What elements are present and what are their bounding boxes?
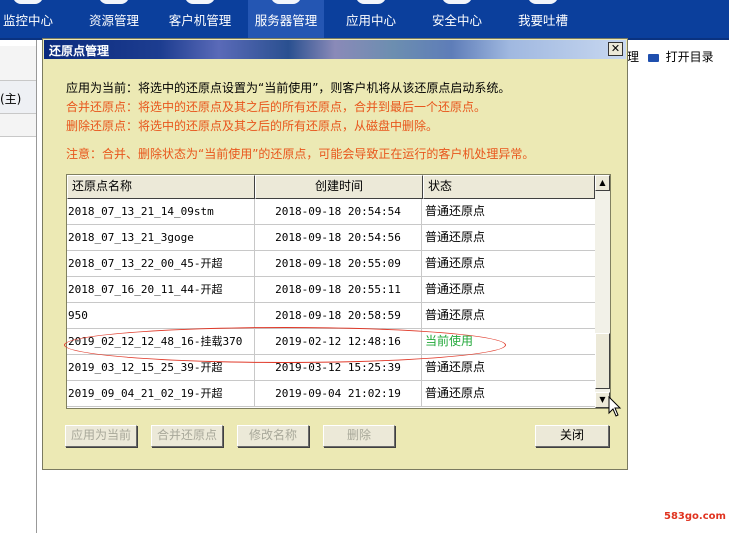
nav-server-management[interactable]: 服务器管理 [248, 0, 324, 38]
row-name: 2018_07_16_20_11_44-开超 [68, 277, 255, 302]
scroll-up-icon[interactable]: ▲ [595, 175, 610, 191]
row-status: 普通还原点 [425, 256, 486, 270]
desc-note: 注意：合并、删除状态为“当前使用”的还原点，可能会导致正在运行的客户机处理异常。 [66, 147, 535, 161]
row-status: 普通还原点 [425, 282, 486, 296]
row-time: 2018-09-18 20:55:09 [255, 251, 422, 276]
dialog-titlebar[interactable]: 还原点管理 ✕ [44, 40, 626, 59]
row-time: 2018-09-18 20:54:56 [255, 225, 422, 250]
nav-app-center[interactable]: 应用中心 [338, 0, 404, 38]
toolbar-fragment: 理 [627, 50, 640, 64]
background-toolbar: 理 打开目录 [627, 48, 729, 70]
feedback-icon [528, 0, 558, 4]
nav-resource-management[interactable]: 资源管理 [80, 0, 148, 38]
table-row[interactable]: 2019_02_12_12_48_16-挂载370 2019-02-12 12:4… [67, 329, 595, 355]
row-name: 2019_02_12_12_48_16-挂载370 [68, 329, 255, 354]
column-header-status[interactable]: 状态 [423, 175, 595, 199]
top-navigation-bar: 监控中心 资源管理 客户机管理 服务器管理 应用中心 安全中心 我要吐槽 [0, 0, 729, 40]
close-button[interactable]: 关闭 [535, 425, 609, 447]
nav-security-center[interactable]: 安全中心 [424, 0, 490, 38]
nav-label: 我要吐槽 [517, 13, 568, 28]
dialog-title: 还原点管理 [49, 44, 110, 58]
close-icon[interactable]: ✕ [608, 42, 623, 56]
row-status: 普通还原点 [425, 204, 486, 218]
client-icon [185, 0, 215, 4]
row-status: 普通还原点 [425, 230, 486, 244]
watermark: 583go.com [664, 511, 726, 522]
desc-merge: 合并还原点：将选中的还原点及其之后的所有还原点，合并到最后一个还原点。 [66, 100, 487, 114]
rename-button[interactable]: 修改名称 [237, 425, 309, 447]
left-sidebar [0, 40, 37, 533]
row-time: 2019-09-04 21:02:19 [255, 381, 422, 406]
table-row[interactable]: 2018_07_16_20_11_44-开超 2018-09-18 20:55:1… [67, 277, 595, 303]
row-name: 2019_03_12_15_25_39-开超 [68, 355, 255, 380]
resource-icon [99, 0, 129, 4]
scroll-thumb[interactable] [595, 333, 610, 389]
folder-icon [647, 53, 659, 62]
table-row[interactable]: 2019_09_04_21_02_19-开超 2019-09-04 21:02:1… [67, 381, 595, 407]
server-icon [271, 0, 301, 4]
row-time: 2018-09-18 20:54:54 [255, 199, 422, 224]
nav-client-management[interactable]: 客户机管理 [162, 0, 238, 38]
monitor-icon [13, 0, 43, 4]
row-name: 2019_09_04_21_02_19-开超 [68, 381, 255, 406]
nav-label: 资源管理 [88, 13, 139, 28]
nav-label: 监控中心 [2, 13, 53, 28]
table-row[interactable]: 2019_03_12_15_25_39-开超 2019-03-12 15:25:3… [67, 355, 595, 381]
table-row[interactable]: 2018_07_13_22_00_45-开超 2018-09-18 20:55:0… [67, 251, 595, 277]
row-status: 普通还原点 [425, 308, 486, 322]
row-time: 2018-09-18 20:55:11 [255, 277, 422, 302]
restore-point-dialog: 还原点管理 ✕ 应用为当前：将选中的还原点设置为“当前使用”，则客户机将从该还原… [42, 38, 628, 470]
sidebar-row[interactable] [0, 114, 36, 137]
nav-feedback[interactable]: 我要吐槽 [510, 0, 576, 38]
sidebar-fragment-label: (主) [0, 92, 22, 106]
desc-apply: 应用为当前：将选中的还原点设置为“当前使用”，则客户机将从该还原点启动系统。 [66, 81, 511, 95]
row-status: 普通还原点 [425, 360, 486, 374]
nav-label: 应用中心 [345, 13, 396, 28]
desc-delete: 删除还原点：将选中的还原点及其之后的所有还原点，从磁盘中删除。 [66, 119, 439, 133]
row-status: 当前使用 [425, 334, 474, 348]
row-name: 2018_07_13_21_3goge [68, 225, 255, 250]
table-row[interactable]: 2018_07_13_21_3goge 2018-09-18 20:54:56 普通… [67, 225, 595, 251]
sidebar-row[interactable] [0, 46, 36, 81]
nav-label: 安全中心 [431, 13, 482, 28]
delete-button[interactable]: 删除 [323, 425, 395, 447]
list-header: 还原点名称 创建时间 状态 [67, 175, 595, 199]
table-row[interactable]: 2018_07_13_21_14_09stm 2018-09-18 20:54:5… [67, 199, 595, 225]
row-status: 普通还原点 [425, 386, 486, 400]
row-name: 2018_07_13_21_14_09stm [68, 199, 255, 224]
column-header-time[interactable]: 创建时间 [255, 175, 423, 199]
row-time: 2019-02-12 12:48:16 [255, 329, 422, 354]
row-name: 950 [68, 303, 255, 328]
row-time: 2019-03-12 15:25:39 [255, 355, 422, 380]
merge-restore-point-button[interactable]: 合并还原点 [151, 425, 223, 447]
shield-icon [442, 0, 472, 4]
mouse-cursor-icon [608, 396, 622, 417]
nav-monitor-center[interactable]: 监控中心 [0, 0, 56, 38]
apply-as-current-button[interactable]: 应用为当前 [65, 425, 137, 447]
vertical-scrollbar[interactable]: ▲ ▼ [595, 175, 610, 408]
open-directory-link[interactable]: 打开目录 [666, 50, 714, 64]
column-header-name[interactable]: 还原点名称 [67, 175, 255, 199]
row-name: 2018_07_13_22_00_45-开超 [68, 251, 255, 276]
table-row[interactable]: 950 2018-09-18 20:58:59 普通还原点 [67, 303, 595, 329]
nav-label: 客户机管理 [168, 13, 232, 28]
nav-label: 服务器管理 [254, 13, 318, 28]
restore-point-list[interactable]: 还原点名称 创建时间 状态 2018_07_13_21_14_09stm 2018… [66, 174, 611, 409]
row-time: 2018-09-18 20:58:59 [255, 303, 422, 328]
app-icon [356, 0, 386, 4]
